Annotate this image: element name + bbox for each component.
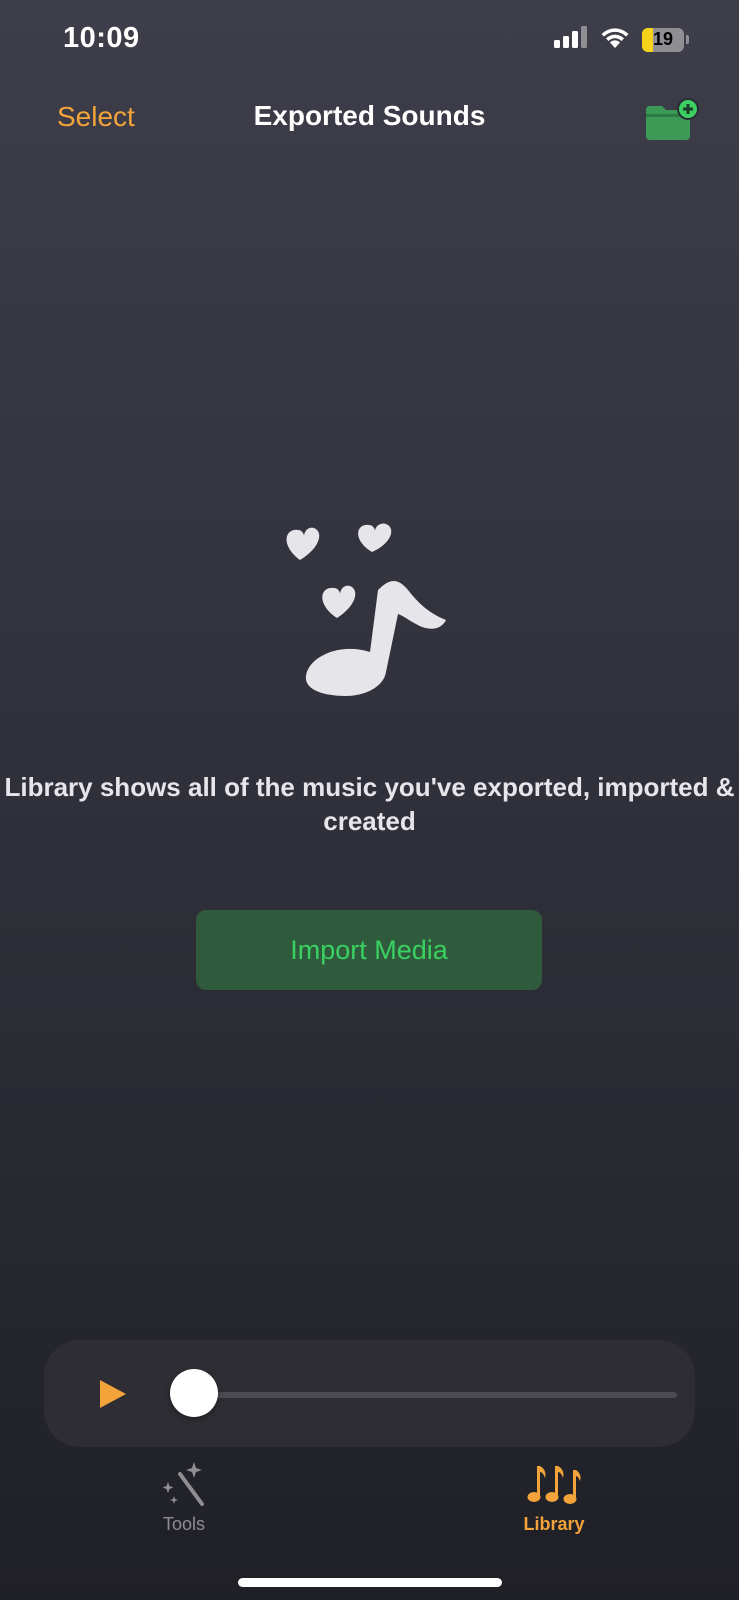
battery-icon: 19	[642, 27, 684, 52]
magic-wand-icon	[162, 1462, 204, 1506]
battery-percentage: 19	[652, 29, 674, 49]
new-folder-button[interactable]	[646, 98, 700, 142]
battery-level-fill	[642, 27, 653, 52]
status-bar: 10:09 19	[0, 0, 739, 80]
music-notes-icon	[527, 1466, 581, 1504]
battery-cap	[686, 35, 689, 44]
home-indicator[interactable]	[238, 1578, 502, 1587]
tab-library-label: Library	[523, 1514, 585, 1534]
empty-state-message: Library shows all of the music you've ex…	[4, 772, 735, 836]
page-title: Exported Sounds	[253, 100, 486, 131]
folder-plus-icon	[646, 98, 699, 140]
play-icon	[100, 1380, 126, 1408]
status-time: 10:09	[63, 22, 140, 54]
playback-scrubber-knob[interactable]	[170, 1369, 218, 1417]
tab-library[interactable]: Library	[484, 1460, 624, 1535]
tab-tools-label: Tools	[162, 1514, 206, 1534]
cellular-signal-icon	[554, 26, 588, 53]
navigation-bar: Select Exported Sounds	[0, 90, 739, 150]
play-button[interactable]	[94, 1376, 130, 1412]
wifi-icon	[600, 26, 630, 53]
status-icons: 19	[554, 26, 689, 53]
music-note-hearts-icon	[280, 520, 460, 710]
audio-player	[44, 1340, 695, 1447]
playback-progress-track[interactable]	[194, 1392, 677, 1398]
tab-tools[interactable]: Tools	[114, 1460, 254, 1535]
import-media-button[interactable]: Import Media	[196, 910, 542, 990]
tab-bar: Tools Library	[0, 1460, 739, 1560]
